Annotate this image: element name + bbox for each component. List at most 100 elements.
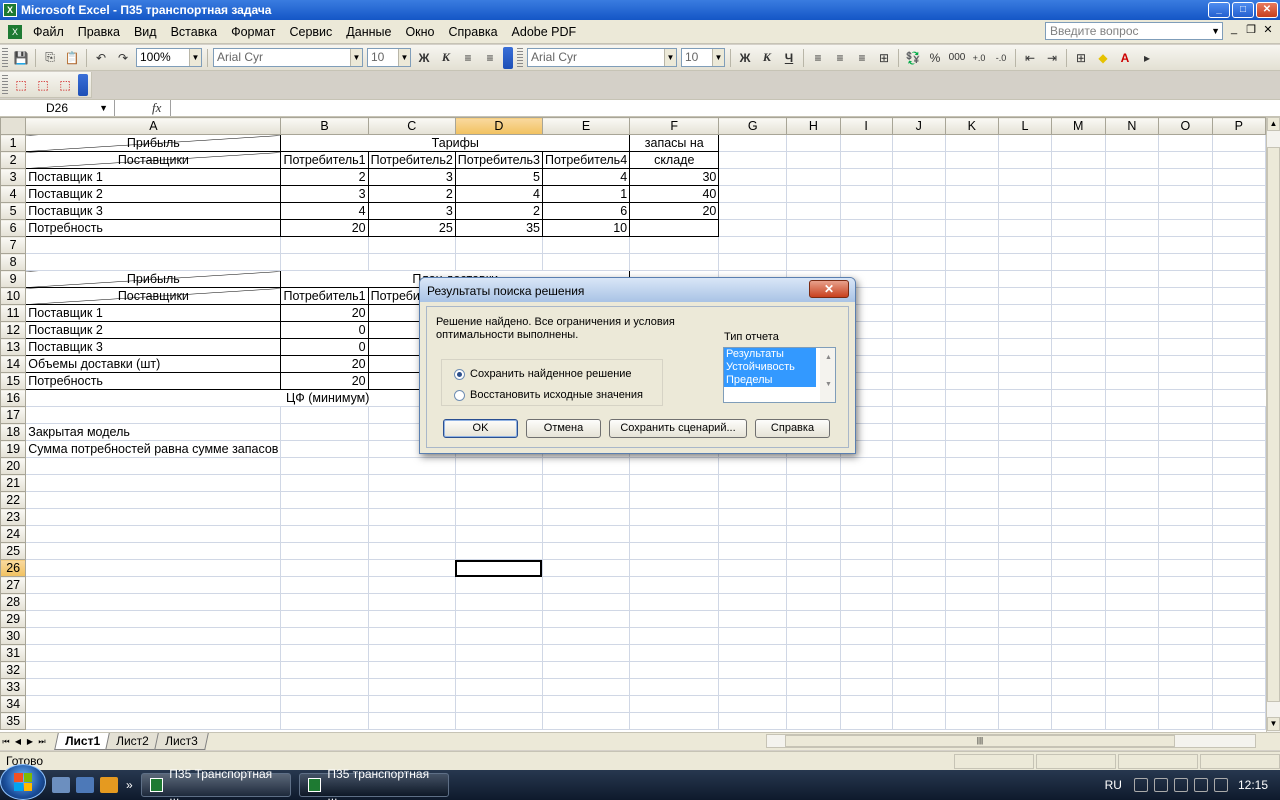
cell[interactable]: [1104, 270, 1160, 288]
cell[interactable]: [997, 474, 1052, 492]
cell[interactable]: [944, 627, 999, 645]
cell[interactable]: [1211, 338, 1266, 356]
cell[interactable]: [944, 576, 999, 594]
cell[interactable]: [367, 491, 456, 509]
taskbar-item-1[interactable]: П35 Транспортная ...: [140, 767, 291, 800]
cell[interactable]: 3: [280, 185, 369, 203]
column-header[interactable]: I: [839, 117, 893, 135]
cell[interactable]: [839, 134, 893, 152]
cell[interactable]: [280, 559, 369, 577]
zoom-select[interactable]: 100% ▼: [136, 48, 202, 67]
cell[interactable]: [944, 423, 999, 441]
cell[interactable]: [786, 474, 841, 492]
cell[interactable]: [839, 236, 893, 254]
cell[interactable]: [944, 321, 999, 339]
help-question-input[interactable]: Введите вопрос ▼: [1045, 22, 1223, 40]
cell[interactable]: [454, 253, 543, 271]
column-header[interactable]: K: [944, 117, 999, 135]
cell[interactable]: [1104, 287, 1160, 305]
cell[interactable]: [1050, 695, 1106, 713]
radio-restore-values[interactable]: Восстановить исходные значения: [454, 389, 643, 401]
cell[interactable]: [1158, 610, 1213, 628]
cell[interactable]: [944, 253, 999, 271]
cell[interactable]: [997, 644, 1052, 662]
cell[interactable]: [891, 270, 946, 288]
cell[interactable]: Поставщики: [25, 151, 282, 169]
report-type-item-sensitivity[interactable]: Устойчивость: [724, 361, 816, 374]
cell[interactable]: [1158, 304, 1213, 322]
cell[interactable]: [997, 576, 1052, 594]
cell[interactable]: [1211, 644, 1266, 662]
cell[interactable]: [1158, 457, 1213, 475]
cell[interactable]: 2: [280, 168, 369, 186]
cell[interactable]: [280, 661, 369, 679]
cell[interactable]: [280, 627, 369, 645]
cell[interactable]: [718, 542, 788, 560]
cell[interactable]: [718, 712, 788, 730]
cell[interactable]: [891, 219, 946, 237]
cell[interactable]: [944, 491, 999, 509]
cell[interactable]: [944, 406, 999, 424]
cell[interactable]: [891, 338, 946, 356]
cell[interactable]: [944, 593, 999, 611]
horizontal-scrollbar[interactable]: |||: [766, 734, 1256, 748]
cell[interactable]: [891, 372, 946, 390]
report-type-item-limits[interactable]: Пределы: [724, 374, 816, 387]
cell[interactable]: [1050, 661, 1106, 679]
column-header[interactable]: G: [718, 117, 788, 135]
cell[interactable]: [718, 508, 788, 526]
prev-sheet-icon[interactable]: ◀: [12, 737, 24, 746]
formula-input[interactable]: [170, 100, 1280, 116]
copy-icon[interactable]: ⎘: [40, 48, 60, 68]
cell[interactable]: [629, 593, 720, 611]
cell[interactable]: [997, 389, 1052, 407]
cell[interactable]: [839, 627, 893, 645]
redo-icon[interactable]: ↷: [113, 48, 133, 68]
dialog-close-button[interactable]: ✕: [809, 280, 849, 298]
cell[interactable]: [1104, 644, 1160, 662]
cell[interactable]: [786, 695, 841, 713]
menu-insert[interactable]: Вставка: [164, 21, 224, 43]
borders-icon[interactable]: ⊞: [1071, 48, 1091, 68]
cell[interactable]: [367, 610, 456, 628]
cell[interactable]: [1158, 389, 1213, 407]
cell[interactable]: [1158, 627, 1213, 645]
cell[interactable]: [280, 491, 369, 509]
font-color-icon[interactable]: A: [1115, 48, 1135, 68]
cell[interactable]: [718, 457, 788, 475]
cell[interactable]: Потребитель2: [367, 151, 456, 169]
row-header[interactable]: 30: [0, 627, 27, 645]
column-header[interactable]: A: [25, 117, 282, 135]
cell[interactable]: [718, 202, 788, 220]
cell[interactable]: [280, 253, 369, 271]
cell[interactable]: [25, 559, 282, 577]
cell[interactable]: [25, 525, 282, 543]
column-header[interactable]: N: [1104, 117, 1160, 135]
cell[interactable]: [1211, 440, 1266, 458]
start-button[interactable]: [0, 764, 46, 800]
bold-button-2[interactable]: Ж: [735, 48, 755, 68]
cell[interactable]: Прибыль: [25, 134, 282, 152]
cell[interactable]: [1158, 491, 1213, 509]
cell[interactable]: 6: [541, 202, 631, 220]
cell[interactable]: [944, 355, 999, 373]
row-header[interactable]: 18: [0, 423, 27, 441]
cell[interactable]: [1104, 610, 1160, 628]
cell[interactable]: [786, 627, 841, 645]
cell[interactable]: [839, 610, 893, 628]
cell[interactable]: [1158, 372, 1213, 390]
cell[interactable]: [944, 151, 999, 169]
scroll-up-icon[interactable]: ▲: [822, 348, 835, 375]
cell[interactable]: [280, 525, 369, 543]
cell[interactable]: [541, 508, 631, 526]
cell[interactable]: [629, 661, 720, 679]
cell[interactable]: [944, 185, 999, 203]
menu-format[interactable]: Формат: [224, 21, 282, 43]
cell[interactable]: 20: [280, 219, 369, 237]
quicklaunch-overflow-icon[interactable]: »: [126, 778, 133, 792]
cell[interactable]: [1050, 542, 1106, 560]
row-header[interactable]: 15: [0, 372, 27, 390]
maximize-button[interactable]: □: [1232, 2, 1254, 18]
cell[interactable]: [1158, 168, 1213, 186]
cell[interactable]: [839, 185, 893, 203]
